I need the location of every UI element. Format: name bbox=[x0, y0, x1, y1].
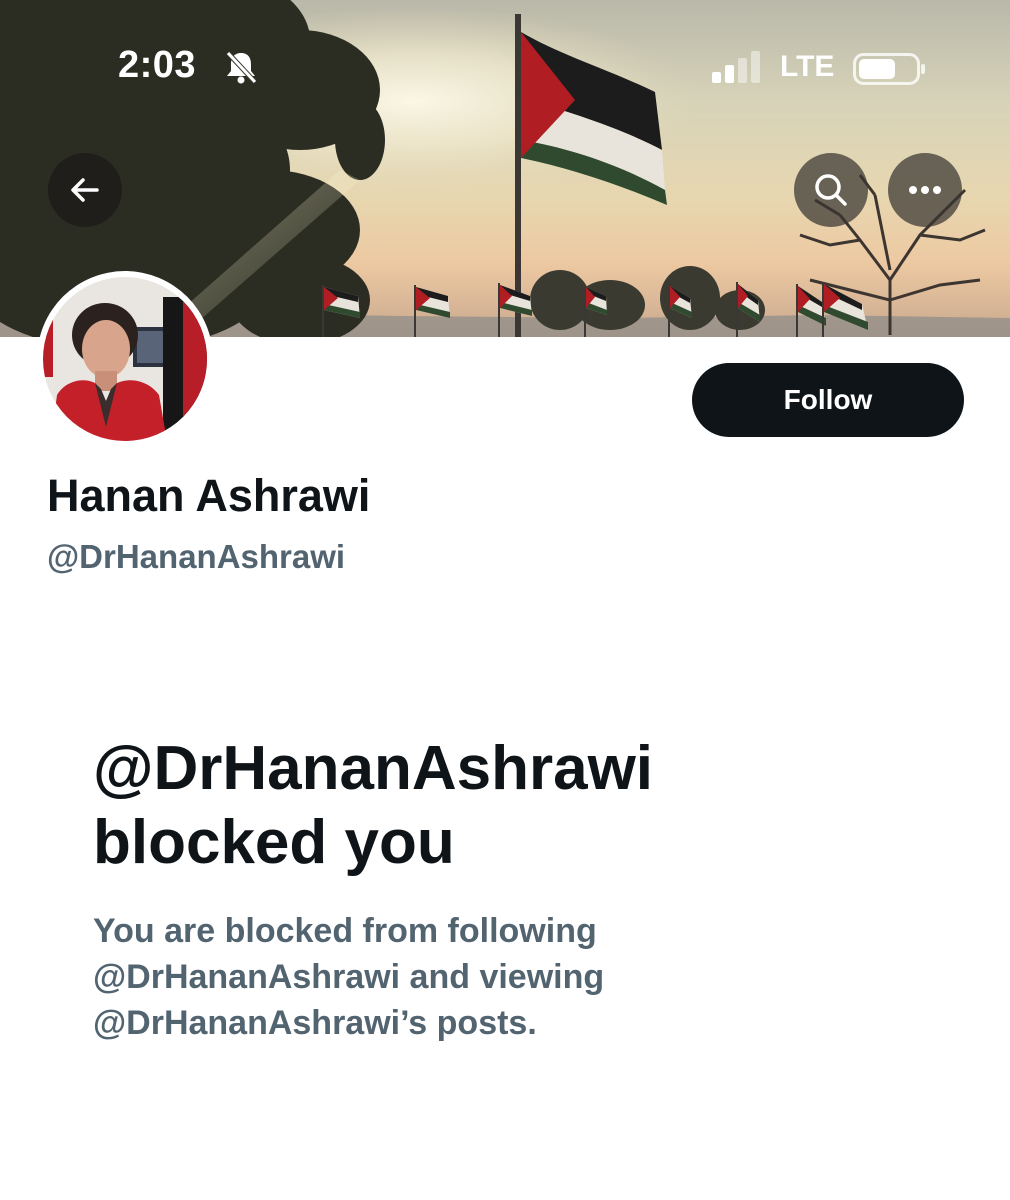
blocked-description-line: You are blocked from following bbox=[93, 912, 597, 950]
profile-display-name: Hanan Ashrawi bbox=[47, 470, 371, 521]
avatar-photo bbox=[43, 277, 207, 441]
blocked-description-line: @DrHananAshrawi and viewing bbox=[93, 958, 605, 996]
bell-slash-icon bbox=[226, 51, 257, 84]
follow-button[interactable]: Follow bbox=[692, 363, 964, 437]
network-type: LTE bbox=[780, 50, 835, 83]
blocked-description: You are blocked from following @DrHananA… bbox=[93, 908, 913, 1046]
profile-avatar[interactable] bbox=[37, 271, 213, 447]
more-icon bbox=[909, 186, 941, 194]
back-button[interactable] bbox=[48, 153, 122, 227]
back-arrow-icon bbox=[71, 178, 99, 202]
battery-icon bbox=[853, 53, 925, 85]
search-icon bbox=[815, 174, 847, 206]
blocked-description-line: @DrHananAshrawi’s posts. bbox=[93, 1004, 537, 1042]
status-time: 2:03 bbox=[118, 44, 197, 86]
profile-handle: @DrHananAshrawi bbox=[47, 538, 346, 575]
profile-page: 2:03 LTE Follow Hanan Ashrawi @DrHananAs… bbox=[0, 0, 1010, 1200]
more-options-button[interactable] bbox=[888, 153, 962, 227]
blocked-title-line: @DrHananAshrawi bbox=[93, 734, 654, 803]
search-button[interactable] bbox=[794, 153, 868, 227]
blocked-title: @DrHananAshrawi blocked you bbox=[93, 732, 913, 880]
blocked-title-line: blocked you bbox=[93, 808, 455, 877]
cellular-signal-icon bbox=[712, 51, 760, 83]
